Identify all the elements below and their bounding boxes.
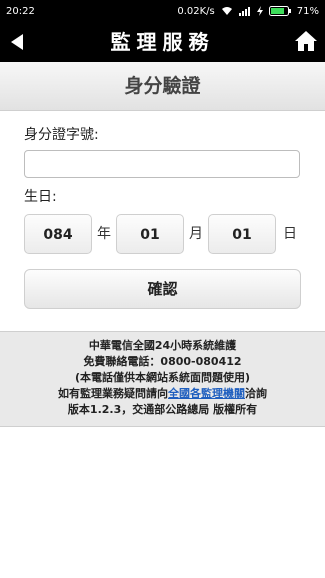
- footer-maintenance-text: 中華電信全國24小時系統維護: [88, 339, 237, 352]
- month-unit-label: 月: [189, 226, 203, 242]
- home-button[interactable]: [293, 28, 319, 54]
- birth-year-select[interactable]: 084: [24, 214, 92, 254]
- status-bar: 20:22 0.02K/s 71%: [0, 0, 325, 22]
- footer-hotline-note: (本電話僅供本網站系統面問題使用): [74, 371, 251, 384]
- app-title: 監理服務: [110, 30, 215, 54]
- footer-info: 中華電信全國24小時系統維護 免費聯絡電話：0800-080412 (本電話僅供…: [0, 331, 325, 427]
- status-time: 20:22: [6, 5, 35, 17]
- app-header: 監理服務: [0, 22, 325, 62]
- footer-version-text: 版本1.2.3，交通部公路總局 版權所有: [67, 403, 258, 416]
- birth-day-select[interactable]: 01: [208, 214, 276, 254]
- network-speed: 0.02K/s: [177, 5, 215, 17]
- battery-icon: [268, 6, 291, 16]
- footer-contact-line: 如有監理業務疑問請向全國各監理機關洽詢: [0, 386, 325, 402]
- home-icon: [295, 31, 317, 51]
- day-unit-label: 日: [283, 226, 297, 242]
- year-unit-label: 年: [97, 226, 111, 242]
- birthday-label: 生日:: [24, 189, 57, 205]
- birthday-row: 084 年 01 月 01 日: [24, 214, 304, 254]
- footer-contact-suffix: 洽詢: [245, 387, 267, 400]
- agencies-link[interactable]: 全國各監理機關: [168, 387, 245, 400]
- confirm-button[interactable]: 確認: [24, 269, 301, 309]
- battery-percent: 71%: [296, 5, 319, 17]
- status-indicators: 0.02K/s 71%: [177, 6, 319, 17]
- id-number-label: 身分證字號:: [24, 127, 99, 143]
- page-title: 身分驗證: [0, 62, 325, 111]
- footer-contact-prefix: 如有監理業務疑問請向: [58, 387, 168, 400]
- charging-icon: [256, 6, 263, 16]
- birth-month-select[interactable]: 01: [116, 214, 184, 254]
- wifi-icon: [221, 7, 232, 15]
- signal-icon: [238, 7, 250, 16]
- footer-hotline-text: 免費聯絡電話：0800-080412: [83, 355, 242, 368]
- id-number-input[interactable]: [24, 150, 300, 178]
